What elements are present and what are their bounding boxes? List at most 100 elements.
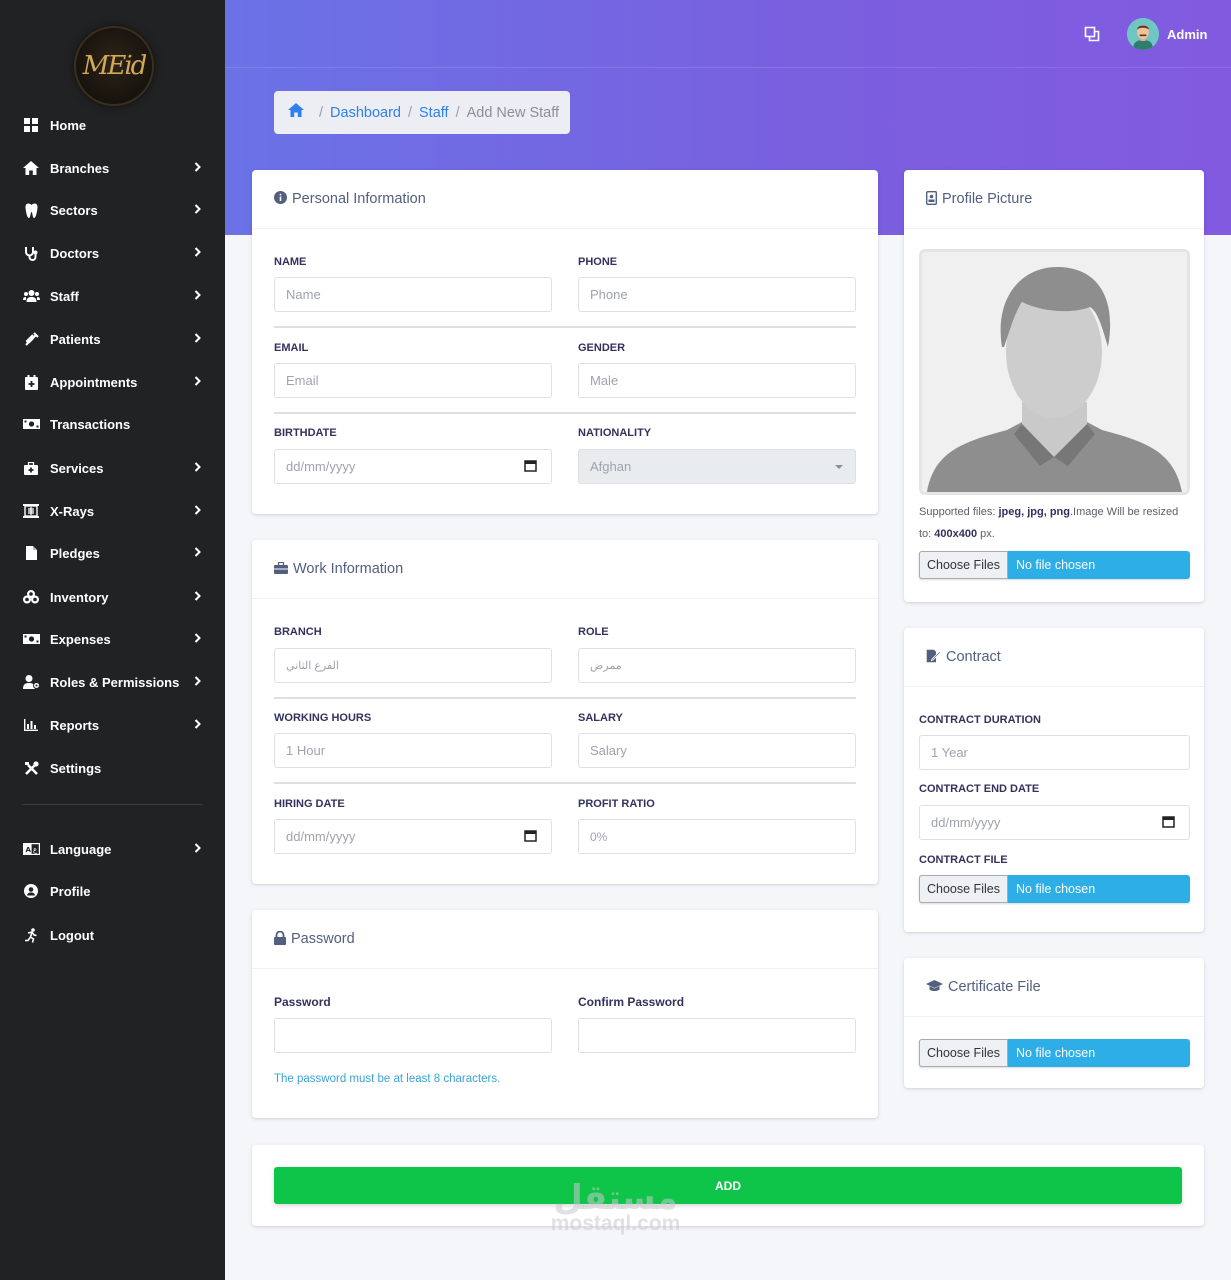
- info-circle-icon: [274, 191, 287, 207]
- salary-input[interactable]: Salary: [578, 733, 856, 768]
- grid-icon: [22, 116, 40, 134]
- sidebar-item-roles-permissions[interactable]: Roles & Permissions: [0, 662, 225, 702]
- sidebar-item-label: Doctors: [50, 245, 100, 261]
- syringe-icon: [22, 330, 40, 348]
- row-divider: [274, 412, 856, 414]
- profit-ratio-input[interactable]: 0%: [578, 819, 856, 854]
- window-restore-icon[interactable]: [1084, 26, 1100, 42]
- role-select[interactable]: ممرض: [578, 648, 856, 683]
- birthdate-label: BIRTHDATE: [274, 427, 337, 439]
- sidebar-item-patients[interactable]: Patients: [0, 319, 225, 359]
- hiring-date-input[interactable]: dd/mm/yyyy: [274, 819, 552, 854]
- sidebar-item-settings[interactable]: Settings: [0, 748, 225, 788]
- logo[interactable]: MEid: [76, 28, 152, 104]
- tooth-icon: [22, 201, 40, 219]
- sidebar-item-services[interactable]: Services: [0, 448, 225, 488]
- sidebar-item-doctors[interactable]: Doctors: [0, 233, 225, 273]
- password-hint: The password must be at least 8 characte…: [274, 1073, 501, 1085]
- card-header: Work Information: [252, 540, 878, 599]
- sidebar-item-label: Inventory: [50, 589, 109, 605]
- sidebar-item-logout[interactable]: Logout: [0, 915, 225, 955]
- house-icon: [22, 159, 40, 177]
- sidebar-item-inventory[interactable]: Inventory: [0, 577, 225, 617]
- branch-select[interactable]: الفرع الثاني: [274, 648, 552, 683]
- user-circle-icon: [22, 882, 40, 900]
- sidebar-item-appointments[interactable]: Appointments: [0, 362, 225, 402]
- sidebar-item-sectors[interactable]: Sectors: [0, 190, 225, 230]
- role-label: ROLE: [578, 626, 609, 638]
- sidebar-item-staff[interactable]: Staff: [0, 276, 225, 316]
- chevron-right-icon: [194, 504, 201, 518]
- profile-picture-preview[interactable]: [919, 249, 1190, 495]
- sidebar-item-pledges[interactable]: Pledges: [0, 533, 225, 573]
- sidebar-item-label: Staff: [50, 288, 79, 304]
- working-hours-input[interactable]: 1 Hour: [274, 733, 552, 768]
- sidebar-item-branches[interactable]: Branches: [0, 148, 225, 188]
- card-header: Personal Information: [252, 170, 878, 229]
- chevron-down-icon: [835, 465, 843, 469]
- card-title: Personal Information: [292, 191, 426, 207]
- sidebar-item-language[interactable]: A ع Language: [0, 829, 225, 869]
- lock-icon: [274, 930, 286, 948]
- card-header: Certificate File: [904, 958, 1204, 1017]
- email-input[interactable]: Email: [274, 363, 552, 398]
- certificate-file-input[interactable]: Choose Files No file chosen: [919, 1039, 1190, 1067]
- sidebar-item-label: Expenses: [50, 631, 111, 647]
- birthdate-input[interactable]: dd/mm/yyyy: [274, 449, 552, 484]
- profile-picture-file-input[interactable]: Choose Files No file chosen: [919, 551, 1190, 579]
- sidebar-item-x-rays[interactable]: X-Rays: [0, 491, 225, 531]
- contract-end-date-input[interactable]: dd/mm/yyyy: [919, 805, 1190, 840]
- hiring-date-label: HIRING DATE: [274, 798, 345, 810]
- user-avatar[interactable]: [1127, 18, 1159, 50]
- file-status: No file chosen: [1015, 1046, 1096, 1060]
- contract-file-input[interactable]: Choose Files No file chosen: [919, 875, 1190, 903]
- sidebar-item-profile[interactable]: Profile: [0, 871, 225, 911]
- calendar-icon[interactable]: [1162, 815, 1175, 831]
- sidebar-item-transactions[interactable]: Transactions: [0, 404, 225, 444]
- sidebar-item-reports[interactable]: Reports: [0, 705, 225, 745]
- nationality-label: NATIONALITY: [578, 427, 652, 439]
- chevron-right-icon: [194, 590, 201, 604]
- sidebar-item-label: Settings: [50, 760, 102, 776]
- confirm-password-label: Confirm Password: [578, 995, 685, 1009]
- phone-input[interactable]: Phone: [578, 277, 856, 312]
- sidebar: MEid Home Branches Sectors Doctors Staff Pati…: [0, 0, 225, 1280]
- calendar-icon[interactable]: [524, 459, 537, 475]
- row-divider: [274, 697, 856, 699]
- email-label: EMAIL: [274, 342, 309, 354]
- password-label: Password: [274, 995, 331, 1009]
- choose-files-button[interactable]: Choose Files: [919, 1039, 1008, 1067]
- confirm-password-input[interactable]: [578, 1018, 856, 1053]
- calendar-icon[interactable]: [524, 829, 537, 845]
- boxes-icon: [22, 588, 40, 606]
- supported-files-text: Supported files: jpeg, jpg, png.Image Wi…: [919, 506, 1179, 540]
- file-icon: [22, 544, 40, 562]
- add-button[interactable]: ADD: [274, 1167, 1182, 1204]
- password-input[interactable]: [274, 1018, 552, 1053]
- choose-files-button[interactable]: Choose Files: [919, 875, 1008, 903]
- sidebar-item-label: Profile: [50, 883, 91, 899]
- card-title: Password: [291, 931, 355, 947]
- sidebar-item-label: Patients: [50, 331, 101, 347]
- medkit-icon: [22, 459, 40, 477]
- contract-duration-input[interactable]: 1 Year: [919, 735, 1190, 770]
- briefcase-icon: [274, 561, 288, 577]
- home-icon[interactable]: [288, 103, 304, 122]
- sidebar-item-expenses[interactable]: Expenses: [0, 619, 225, 659]
- breadcrumb-staff[interactable]: Staff: [419, 105, 449, 121]
- sidebar-item-label: Reports: [50, 717, 100, 733]
- gender-input[interactable]: Male: [578, 363, 856, 398]
- sidebar-item-home[interactable]: Home: [0, 105, 225, 145]
- name-input[interactable]: Name: [274, 277, 552, 312]
- row-divider: [274, 782, 856, 784]
- certificate-card: Certificate File: [904, 958, 1204, 1088]
- breadcrumb-dashboard[interactable]: Dashboard: [330, 105, 401, 121]
- card-title: Certificate File: [948, 979, 1041, 995]
- contract-duration-label: CONTRACT DURATION: [919, 714, 1042, 726]
- sidebar-item-label: Roles & Permissions: [50, 674, 180, 690]
- chevron-right-icon: [194, 718, 201, 732]
- sidebar-item-label: Sectors: [50, 202, 98, 218]
- nationality-select[interactable]: Afghan: [578, 449, 856, 484]
- user-name[interactable]: Admin: [1167, 27, 1207, 42]
- choose-files-button[interactable]: Choose Files: [919, 551, 1008, 579]
